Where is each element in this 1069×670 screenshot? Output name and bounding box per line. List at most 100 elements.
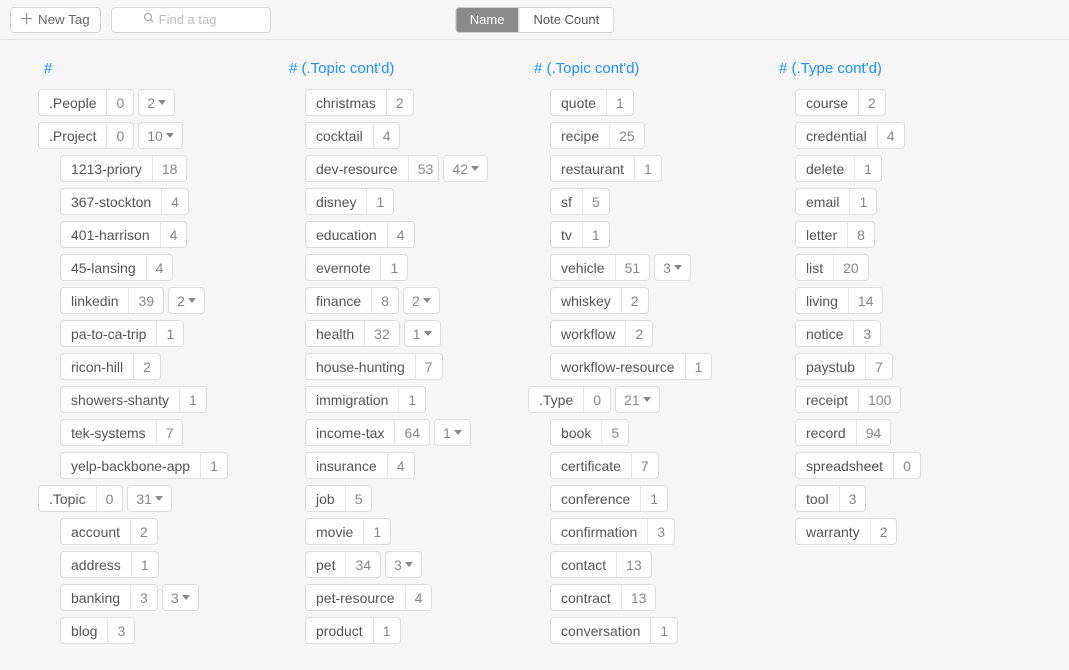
tag-pill[interactable]: yelp-backbone-app1 xyxy=(60,452,228,479)
tag-pill[interactable]: pa-to-ca-trip1 xyxy=(60,320,184,347)
tag-pill[interactable]: tek-systems7 xyxy=(60,419,183,446)
tag-count: 34 xyxy=(345,552,380,577)
tag-pill[interactable]: movie1 xyxy=(305,518,391,545)
tag-pill[interactable]: education4 xyxy=(305,221,415,248)
tag-pill[interactable]: showers-shanty1 xyxy=(60,386,207,413)
tag-pill[interactable]: address1 xyxy=(60,551,159,578)
new-tag-button[interactable]: ＋ New Tag xyxy=(10,7,101,33)
search-input[interactable] xyxy=(159,12,239,27)
tag-row: whiskey2 xyxy=(550,287,733,314)
tag-pill[interactable]: certificate7 xyxy=(550,452,659,479)
tag-expand-button[interactable]: 10 xyxy=(138,122,183,149)
tag-pill[interactable]: .Type0 xyxy=(528,386,611,413)
tag-pill[interactable]: pet-resource4 xyxy=(305,584,432,611)
tag-pill[interactable]: .Project0 xyxy=(38,122,134,149)
tag-pill[interactable]: whiskey2 xyxy=(550,287,649,314)
tag-pill[interactable]: vehicle51 xyxy=(550,254,650,281)
search-field[interactable] xyxy=(111,7,271,33)
tag-count: 4 xyxy=(161,189,188,214)
tag-pill[interactable]: workflow-resource1 xyxy=(550,353,712,380)
tag-expand-button[interactable]: 3 xyxy=(654,254,691,281)
tag-pill[interactable]: ricon-hill2 xyxy=(60,353,161,380)
tag-count: 2 xyxy=(386,90,413,115)
tag-pill[interactable]: account2 xyxy=(60,518,158,545)
sort-by-name[interactable]: Name xyxy=(456,8,519,32)
tag-pill[interactable]: conversation1 xyxy=(550,617,678,644)
tag-pill[interactable]: pet34 xyxy=(305,551,381,578)
tag-pill[interactable]: 367-stockton4 xyxy=(60,188,189,215)
tag-row: certificate7 xyxy=(550,452,733,479)
tag-pill[interactable]: recipe25 xyxy=(550,122,645,149)
tag-pill[interactable]: christmas2 xyxy=(305,89,414,116)
tag-pill[interactable]: living14 xyxy=(795,287,883,314)
tag-pill[interactable]: .Topic0 xyxy=(38,485,123,512)
tag-pill[interactable]: receipt100 xyxy=(795,386,901,413)
tag-pill[interactable]: sf5 xyxy=(550,188,610,215)
tag-pill[interactable]: product1 xyxy=(305,617,401,644)
tag-pill[interactable]: book5 xyxy=(550,419,629,446)
sort-by-note-count[interactable]: Note Count xyxy=(518,8,613,32)
tag-pill[interactable]: credential4 xyxy=(795,122,905,149)
tag-name: vehicle xyxy=(551,255,615,280)
tag-pill[interactable]: workflow2 xyxy=(550,320,653,347)
tag-pill[interactable]: record94 xyxy=(795,419,891,446)
tag-count: 1 xyxy=(606,90,633,115)
tag-pill[interactable]: dev-resource53 xyxy=(305,155,439,182)
tag-pill[interactable]: linkedin39 xyxy=(60,287,164,314)
tag-pill[interactable]: paystub7 xyxy=(795,353,893,380)
tag-pill[interactable]: list20 xyxy=(795,254,869,281)
tag-pill[interactable]: quote1 xyxy=(550,89,634,116)
tag-pill[interactable]: restaurant1 xyxy=(550,155,662,182)
tag-pill[interactable]: disney1 xyxy=(305,188,394,215)
tag-row: notice3 xyxy=(795,320,978,347)
tag-pill[interactable]: spreadsheet0 xyxy=(795,452,921,479)
tag-expand-button[interactable]: 31 xyxy=(127,485,172,512)
tag-pill[interactable]: insurance4 xyxy=(305,452,415,479)
tag-pill[interactable]: banking3 xyxy=(60,584,158,611)
tag-children-count: 2 xyxy=(412,293,420,309)
tag-row: tek-systems7 xyxy=(60,419,243,446)
tag-pill[interactable]: letter8 xyxy=(795,221,875,248)
tag-pill[interactable]: health32 xyxy=(305,320,400,347)
tag-pill[interactable]: finance8 xyxy=(305,287,399,314)
tag-pill[interactable]: blog3 xyxy=(60,617,135,644)
tag-expand-button[interactable]: 2 xyxy=(138,89,175,116)
tag-pill[interactable]: income-tax64 xyxy=(305,419,430,446)
tag-pill[interactable]: evernote1 xyxy=(305,254,408,281)
tag-count: 1 xyxy=(363,519,390,544)
tag-name: movie xyxy=(306,519,363,544)
tag-name: letter xyxy=(796,222,847,247)
tag-pill[interactable]: notice3 xyxy=(795,320,881,347)
tag-expand-button[interactable]: 2 xyxy=(168,287,205,314)
tag-pill[interactable]: email1 xyxy=(795,188,877,215)
tag-pill[interactable]: 1213-priory18 xyxy=(60,155,187,182)
tag-expand-button[interactable]: 42 xyxy=(443,155,488,182)
tag-expand-button[interactable]: 1 xyxy=(404,320,441,347)
tag-expand-button[interactable]: 3 xyxy=(385,551,422,578)
tag-row: dev-resource5342 xyxy=(305,155,488,182)
tag-count: 100 xyxy=(858,387,900,412)
tag-expand-button[interactable]: 2 xyxy=(403,287,440,314)
tag-pill[interactable]: contact13 xyxy=(550,551,652,578)
tag-pill[interactable]: house-hunting7 xyxy=(305,353,443,380)
tag-pill[interactable]: contract13 xyxy=(550,584,656,611)
tag-expand-button[interactable]: 3 xyxy=(162,584,199,611)
tag-pill[interactable]: delete1 xyxy=(795,155,882,182)
tag-pill[interactable]: tool3 xyxy=(795,485,866,512)
tag-name: notice xyxy=(796,321,853,346)
tag-pill[interactable]: course2 xyxy=(795,89,886,116)
tag-pill[interactable]: cocktail4 xyxy=(305,122,400,149)
tag-name: record xyxy=(796,420,856,445)
tag-pill[interactable]: immigration1 xyxy=(305,386,426,413)
tag-expand-button[interactable]: 21 xyxy=(615,386,660,413)
tag-pill[interactable]: 401-harrison4 xyxy=(60,221,187,248)
tag-expand-button[interactable]: 1 xyxy=(434,419,471,446)
tag-pill[interactable]: confirmation3 xyxy=(550,518,675,545)
tag-pill[interactable]: 45-lansing4 xyxy=(60,254,173,281)
tag-pill[interactable]: job5 xyxy=(305,485,372,512)
tag-pill[interactable]: conference1 xyxy=(550,485,668,512)
tag-pill[interactable]: warranty2 xyxy=(795,518,897,545)
tag-pill[interactable]: tv1 xyxy=(550,221,610,248)
tag-pill[interactable]: .People0 xyxy=(38,89,134,116)
tag-row: immigration1 xyxy=(305,386,488,413)
